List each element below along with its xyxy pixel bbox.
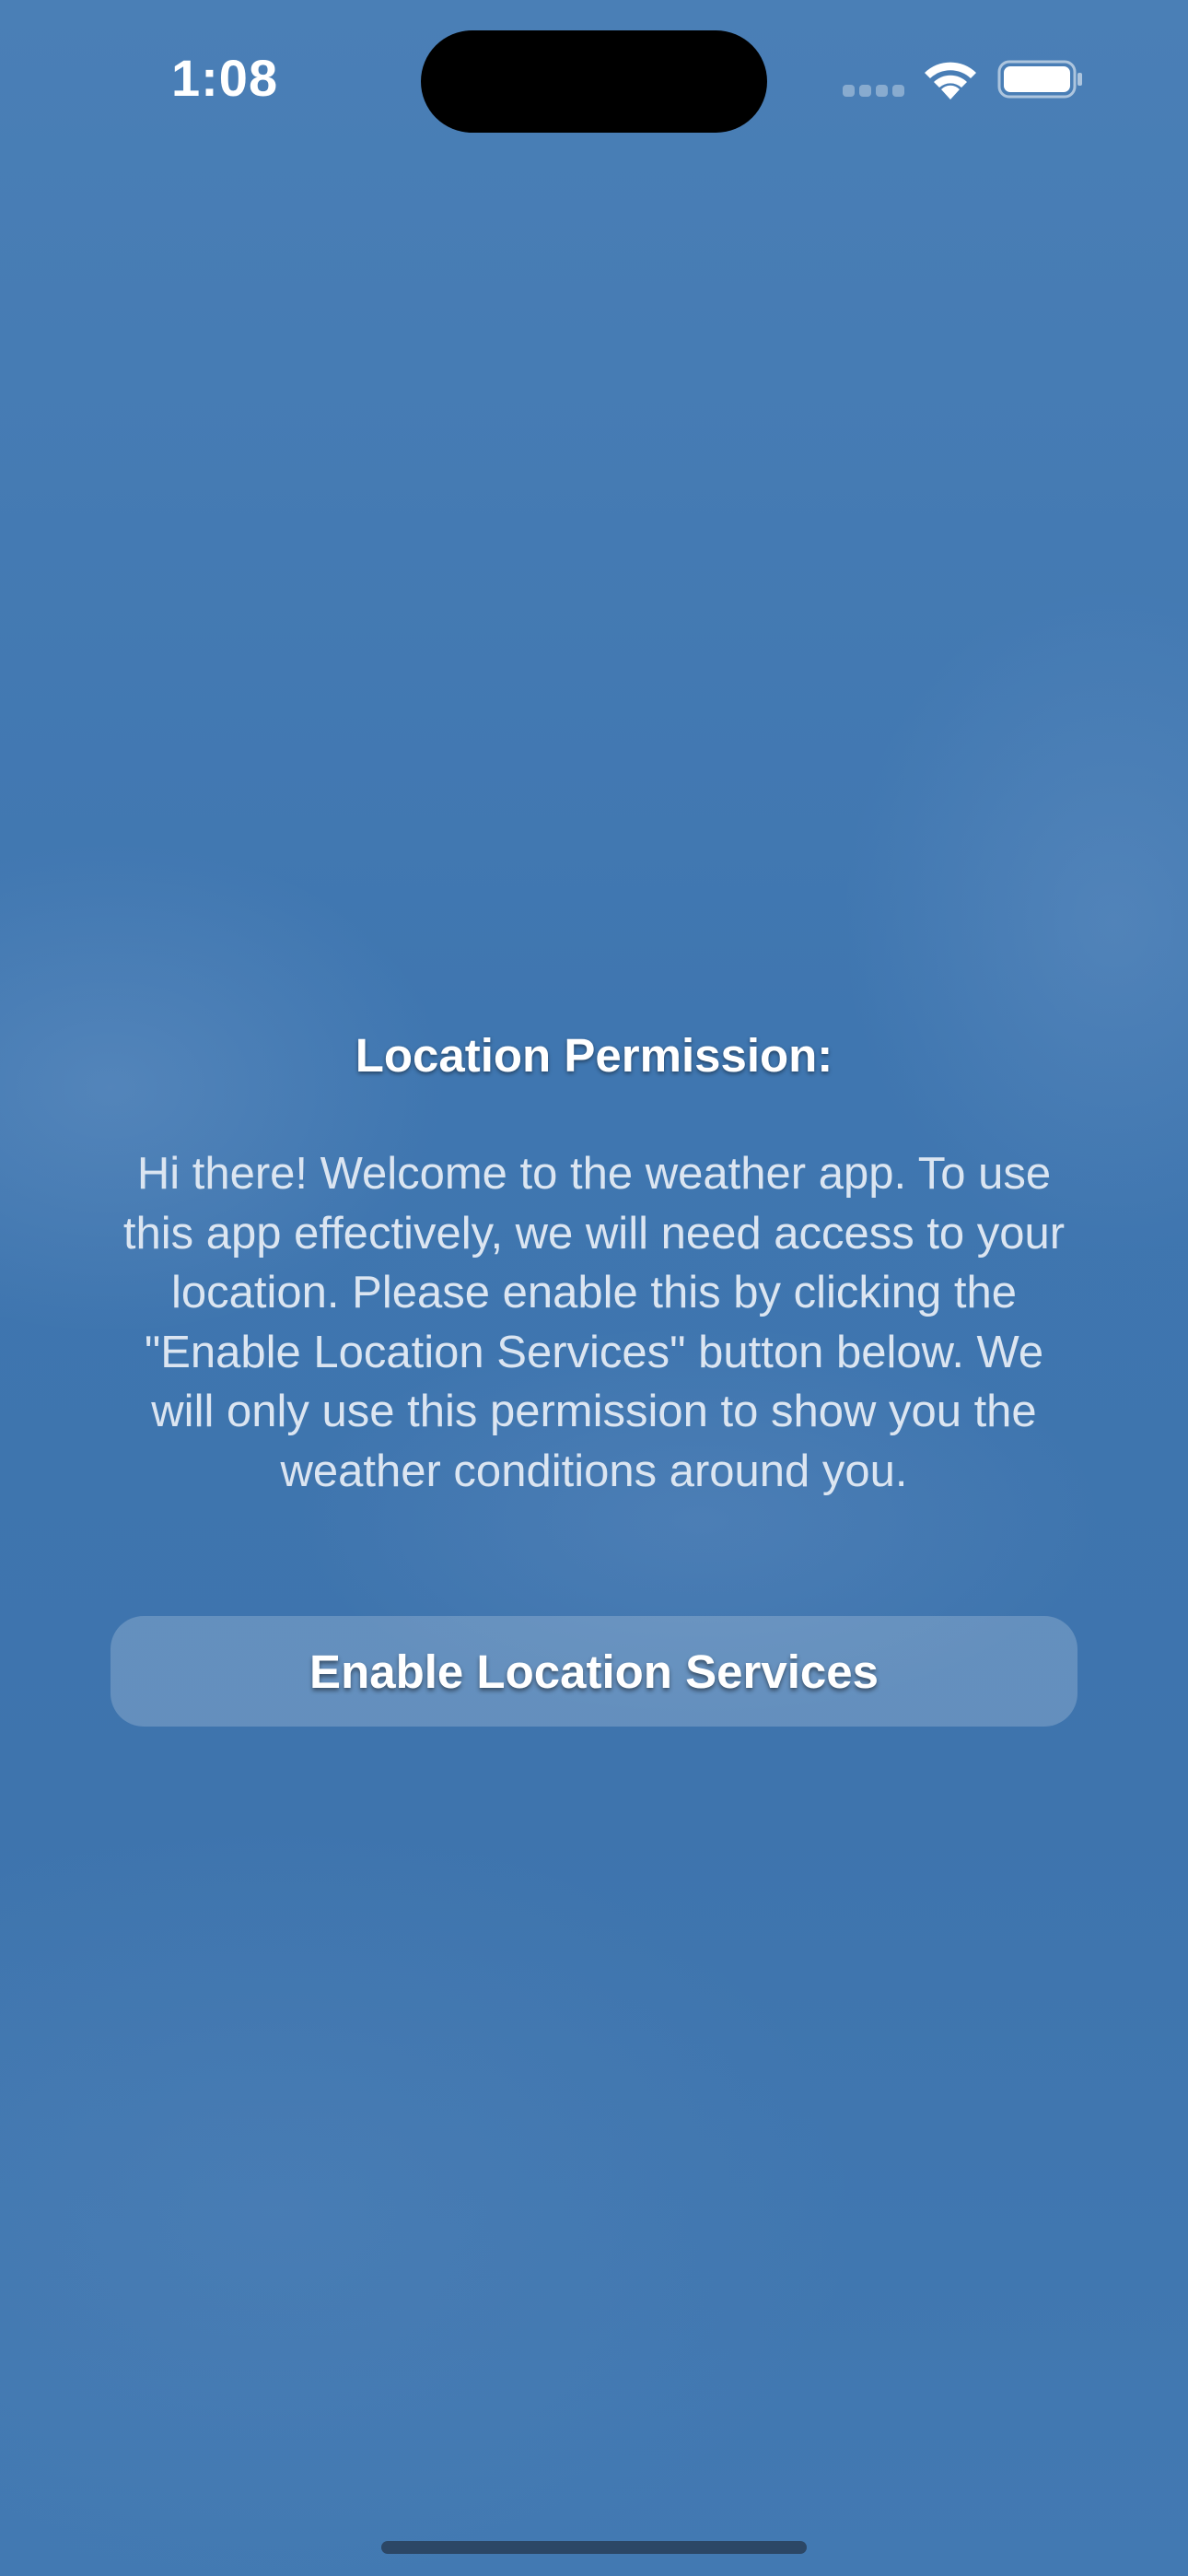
- cellular-signal-icon: [843, 85, 905, 98]
- enable-location-services-button[interactable]: Enable Location Services: [111, 1616, 1077, 1727]
- battery-icon: [997, 60, 1082, 99]
- permission-message: Hi there! Welcome to the weather app. To…: [122, 1149, 1066, 1496]
- status-time: 1:08: [171, 49, 279, 107]
- wifi-icon: [925, 62, 976, 100]
- home-indicator[interactable]: [381, 2541, 807, 2554]
- weather-app-screen: 1:08 Location Permission: Hi there! Welc…: [0, 0, 1188, 2576]
- permission-title: Location Permission:: [355, 1029, 833, 1082]
- dynamic-island: [421, 30, 767, 133]
- enable-location-services-label: Enable Location Services: [309, 1645, 879, 1698]
